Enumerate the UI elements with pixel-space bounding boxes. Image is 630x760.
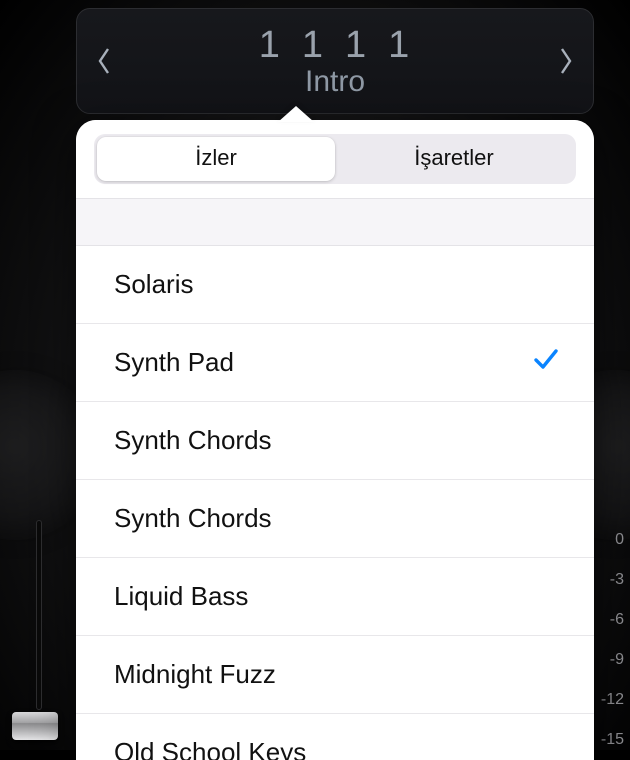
segmented-control: İzler İşaretler: [94, 134, 576, 184]
fader-track[interactable]: [36, 520, 42, 710]
playhead-position: 1 1 1 1: [259, 24, 412, 67]
track-row[interactable]: Liquid Bass: [76, 558, 594, 636]
track-row[interactable]: Old School Keys: [76, 714, 594, 760]
popover-caret: [278, 106, 314, 122]
track-row[interactable]: Synth Chords: [76, 402, 594, 480]
track-name: Synth Chords: [114, 503, 272, 534]
track-name: Old School Keys: [114, 737, 306, 760]
track-name: Solaris: [114, 269, 193, 300]
pos-div: 1: [345, 24, 368, 67]
prev-marker-button[interactable]: [91, 41, 117, 81]
track-row[interactable]: Synth Chords: [76, 480, 594, 558]
segmented-control-wrap: İzler İşaretler: [76, 120, 594, 198]
lcd-bar: 1 1 1 1 Intro: [76, 8, 594, 114]
track-name: Midnight Fuzz: [114, 659, 276, 690]
checkmark-icon: [532, 345, 560, 380]
track-row[interactable]: Solaris: [76, 246, 594, 324]
track-list[interactable]: Solaris Synth Pad Synth Chords Synth Chords…: [76, 246, 594, 760]
track-name: Synth Pad: [114, 347, 234, 378]
pos-beat: 1: [302, 24, 325, 67]
list-header-spacer: [76, 198, 594, 246]
track-name: Synth Chords: [114, 425, 272, 456]
tab-markers[interactable]: İşaretler: [335, 137, 573, 181]
track-row[interactable]: Synth Pad: [76, 324, 594, 402]
track-name: Liquid Bass: [114, 581, 248, 612]
tab-tracks[interactable]: İzler: [97, 137, 335, 181]
pos-tick: 1: [388, 24, 411, 67]
fader-thumb[interactable]: [12, 712, 58, 740]
tracks-popover: İzler İşaretler Solaris Synth Pad Synth Ch…: [76, 120, 594, 760]
track-row[interactable]: Midnight Fuzz: [76, 636, 594, 714]
lcd-center[interactable]: 1 1 1 1 Intro: [117, 24, 553, 99]
current-marker-label: Intro: [305, 65, 365, 99]
pos-bar: 1: [259, 24, 282, 67]
next-marker-button[interactable]: [553, 41, 579, 81]
